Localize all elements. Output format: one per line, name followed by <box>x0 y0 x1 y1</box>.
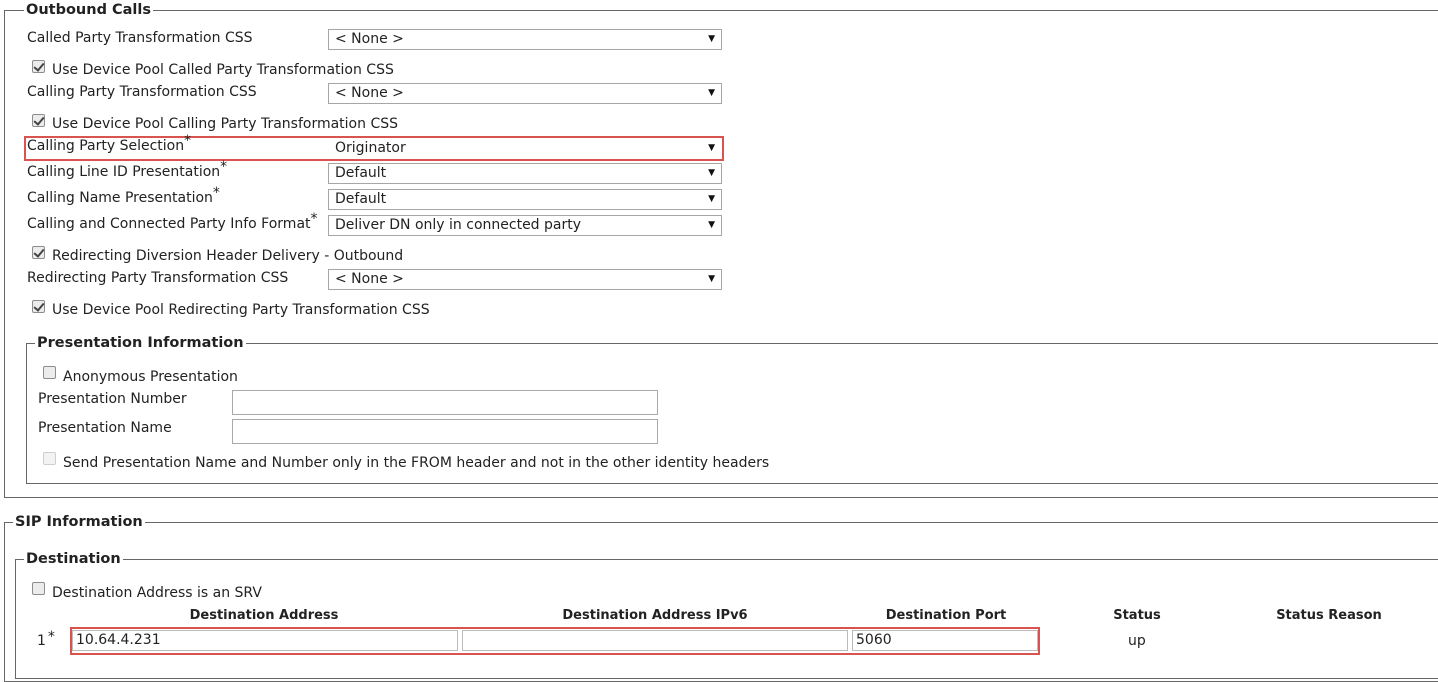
col-destination-address: Destination Address <box>189 608 339 623</box>
calling-css-select[interactable]: < None > ▼ <box>328 83 722 104</box>
presentation-legend: Presentation Information <box>35 335 246 352</box>
destination-ipv6-input[interactable] <box>462 630 848 651</box>
sip-information-legend: SIP Information <box>13 514 145 531</box>
required-mark: * <box>212 185 220 201</box>
required-mark: * <box>47 629 55 645</box>
redirecting-css-select[interactable]: < None > ▼ <box>328 269 722 290</box>
called-css-select[interactable]: < None > ▼ <box>328 29 722 50</box>
use-pool-called-checkbox[interactable] <box>32 60 45 73</box>
calling-name-label: Calling Name Presentation* <box>27 185 220 206</box>
destination-status: up <box>1128 633 1146 649</box>
info-format-select[interactable]: Deliver DN only in connected party ▼ <box>328 215 722 236</box>
redirecting-css-label: Redirecting Party Transformation CSS <box>27 270 289 286</box>
required-mark: * <box>310 211 318 227</box>
col-status: Status <box>1113 608 1161 623</box>
redirecting-diversion-label: Redirecting Diversion Header Delivery - … <box>52 248 404 264</box>
info-format-label: Calling and Connected Party Info Format* <box>27 211 318 232</box>
required-mark: * <box>184 133 192 149</box>
use-pool-redirecting-checkbox[interactable] <box>32 300 45 313</box>
use-pool-called-label: Use Device Pool Called Party Transformat… <box>52 62 394 78</box>
use-pool-redirecting-label: Use Device Pool Redirecting Party Transf… <box>52 302 430 318</box>
calling-line-id-label: Calling Line ID Presentation* <box>27 159 228 180</box>
calling-css-label: Calling Party Transformation CSS <box>27 84 257 100</box>
from-header-label: Send Presentation Name and Number only i… <box>63 455 770 471</box>
calling-party-selection-value: Originator <box>335 140 406 156</box>
calling-name-select[interactable]: Default ▼ <box>328 189 722 210</box>
presentation-name-label: Presentation Name <box>38 420 172 436</box>
presentation-number-input[interactable] <box>232 390 658 415</box>
dropdown-arrow-icon: ▼ <box>708 88 715 98</box>
dropdown-arrow-icon: ▼ <box>708 220 715 230</box>
calling-name-value: Default <box>335 191 387 207</box>
row-index: 1 * <box>37 629 55 649</box>
outbound-calls-legend: Outbound Calls <box>24 2 153 19</box>
redirecting-css-value: < None > <box>335 271 404 287</box>
anonymous-label: Anonymous Presentation <box>63 369 238 385</box>
destination-port-input[interactable]: 5060 <box>852 630 1038 651</box>
anonymous-checkbox[interactable] <box>43 366 56 379</box>
dropdown-arrow-icon: ▼ <box>708 168 715 178</box>
dropdown-arrow-icon: ▼ <box>708 274 715 284</box>
required-mark: * <box>220 159 228 175</box>
presentation-name-input[interactable] <box>232 419 658 444</box>
from-header-checkbox[interactable] <box>43 452 56 465</box>
calling-css-value: < None > <box>335 85 404 101</box>
srv-label: Destination Address is an SRV <box>52 585 262 601</box>
dropdown-arrow-icon: ▼ <box>708 194 715 204</box>
dropdown-arrow-icon: ▼ <box>708 34 715 44</box>
called-css-label: Called Party Transformation CSS <box>27 30 253 46</box>
calling-line-id-select[interactable]: Default ▼ <box>328 163 722 184</box>
destination-address-input[interactable]: 10.64.4.231 <box>72 630 458 651</box>
dropdown-arrow-icon: ▼ <box>708 143 715 153</box>
col-destination-ipv6: Destination Address IPv6 <box>562 608 748 623</box>
called-css-value: < None > <box>335 31 404 47</box>
redirecting-diversion-checkbox[interactable] <box>32 246 45 259</box>
use-pool-calling-checkbox[interactable] <box>32 114 45 127</box>
calling-party-selection-label: Calling Party Selection* <box>27 133 192 154</box>
col-status-reason: Status Reason <box>1276 608 1382 623</box>
presentation-number-label: Presentation Number <box>38 391 187 407</box>
destination-legend: Destination <box>24 551 123 568</box>
srv-checkbox[interactable] <box>32 582 45 595</box>
info-format-value: Deliver DN only in connected party <box>335 217 582 233</box>
calling-line-id-value: Default <box>335 165 387 181</box>
use-pool-calling-label: Use Device Pool Calling Party Transforma… <box>52 116 398 132</box>
col-destination-port: Destination Port <box>885 608 1007 623</box>
calling-party-selection-select[interactable]: Originator ▼ <box>328 138 722 159</box>
